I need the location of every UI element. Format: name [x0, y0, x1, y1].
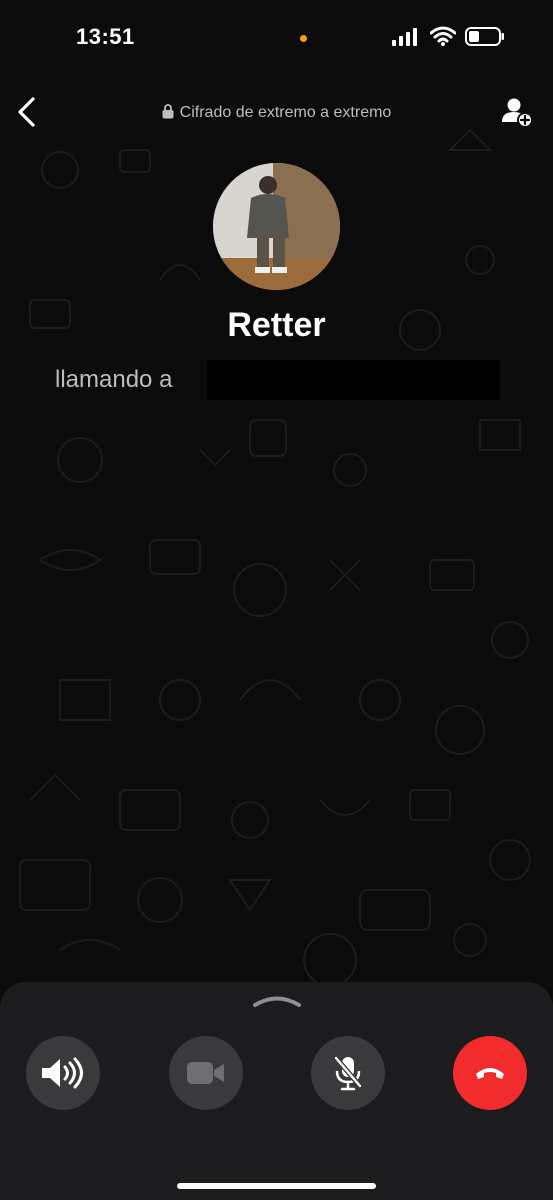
- encryption-text: Cifrado de extremo a extremo: [179, 104, 392, 121]
- wifi-icon: [430, 26, 456, 46]
- encryption-notice: Cifrado de extremo a extremo: [0, 104, 553, 122]
- chevron-up-icon[interactable]: [250, 992, 304, 1008]
- call-status-text: llamando a: [55, 366, 173, 393]
- phone-hangup-icon: [476, 1068, 504, 1079]
- mute-button[interactable]: [311, 1036, 385, 1110]
- microphone-off-icon: [334, 1056, 362, 1091]
- end-call-button[interactable]: [453, 1036, 527, 1110]
- speaker-icon: [42, 1057, 83, 1089]
- video-button[interactable]: [169, 1036, 243, 1110]
- home-indicator[interactable]: [177, 1183, 376, 1189]
- person-photo: [213, 163, 340, 290]
- video-camera-icon: [187, 1062, 224, 1084]
- privacy-indicator-dot: [300, 35, 307, 42]
- contact-name: Retter: [227, 306, 326, 344]
- lock-icon: [162, 104, 174, 119]
- status-bar: 13:51: [0, 0, 553, 70]
- clock-time: 13:51: [76, 24, 135, 49]
- redacted-area: [207, 360, 500, 400]
- speaker-button[interactable]: [26, 1036, 100, 1110]
- battery-icon: [465, 27, 504, 46]
- contact-avatar: [213, 163, 340, 290]
- cellular-signal-icon: [392, 28, 417, 46]
- add-person-icon[interactable]: [500, 96, 534, 128]
